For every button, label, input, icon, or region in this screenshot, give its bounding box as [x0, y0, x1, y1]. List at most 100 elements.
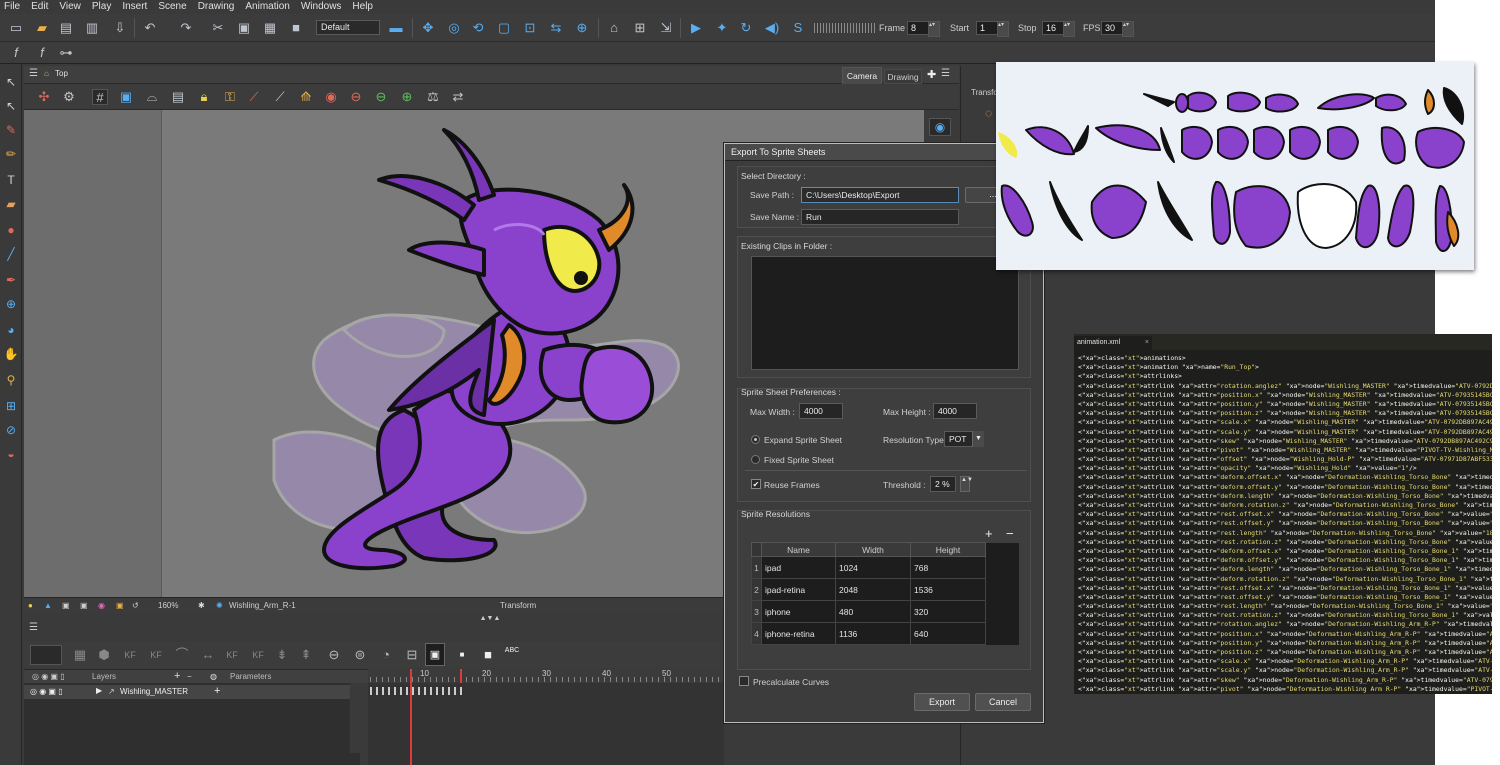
frame-input[interactable]: 8 — [907, 21, 940, 37]
record-icon[interactable]: ◉ — [98, 601, 105, 610]
tab-menu-icon[interactable]: ☰ — [941, 68, 950, 79]
add-peg-icon[interactable]: ⬢ — [96, 647, 112, 663]
sound-icon[interactable]: ◀) — [764, 20, 780, 36]
add-drawing-icon[interactable]: ▦ — [72, 647, 88, 663]
function-icon[interactable]: f — [8, 45, 24, 61]
xml-content[interactable]: <"xa">class="xt">animations> <"xa">class… — [1078, 354, 1492, 694]
stamp-icon[interactable]: ⟰ — [298, 89, 314, 105]
lock-icon[interactable]: 🔒︎ — [196, 89, 212, 105]
light-icon[interactable]: ● — [28, 601, 33, 610]
safe-area-icon[interactable]: ▣ — [118, 89, 134, 105]
flip-icon[interactable]: ⇆ — [548, 20, 564, 36]
cut-icon[interactable]: ✂ — [210, 20, 226, 36]
reset-view-icon[interactable]: ▢ — [496, 20, 512, 36]
onion-skin-icon[interactable]: ⊕ — [574, 20, 590, 36]
zoom-tool-icon[interactable]: ⊕ — [3, 296, 19, 312]
add-layer-icon[interactable]: + — [174, 670, 180, 682]
onion-timeline-icon[interactable]: ⊖ — [326, 647, 342, 663]
fps-input[interactable]: 30 — [1101, 21, 1134, 37]
onion-red-icon[interactable]: ◉ — [323, 89, 339, 105]
bone-tool-icon[interactable]: ⚲ — [3, 372, 19, 388]
frames-area[interactable] — [368, 683, 724, 765]
keyframe-icon[interactable]: KF — [122, 647, 138, 663]
max-width-input[interactable]: 4000 — [799, 403, 843, 419]
save-icon[interactable]: ▤ — [58, 20, 74, 36]
large-square-icon[interactable]: ■ — [480, 647, 496, 663]
scale-icon[interactable]: ⇲ — [658, 20, 674, 36]
abc-icon[interactable]: ABC — [504, 647, 520, 663]
copy-icon[interactable]: ▣ — [236, 20, 252, 36]
pointer-icon[interactable]: ▲ — [44, 601, 52, 610]
pan-icon[interactable]: ✥ — [420, 20, 436, 36]
eraser-tool-icon[interactable]: ▰ — [3, 196, 19, 212]
layer-name[interactable]: Wishling_MASTER — [120, 687, 188, 696]
cell-name[interactable]: ipad-retina — [761, 578, 836, 601]
workspace-select[interactable]: Default — [316, 20, 380, 35]
peg-tool-icon[interactable]: ⟋ — [272, 89, 288, 105]
existing-clips-list[interactable] — [751, 256, 1019, 370]
delete-icon[interactable]: ■ — [288, 20, 304, 36]
reset-icon[interactable]: ↺ — [132, 601, 139, 610]
menu-item-help[interactable]: Help — [348, 0, 380, 14]
playback-speed-slider[interactable] — [814, 23, 876, 33]
add-tab-icon[interactable]: ✚ — [927, 68, 936, 81]
playhead[interactable] — [410, 669, 412, 683]
column-header-name[interactable]: Name — [761, 542, 836, 557]
pencil-tool-icon[interactable]: ✏ — [3, 146, 19, 162]
transform-tool-icon[interactable]: ⊞ — [3, 398, 19, 414]
add-resolution-icon[interactable]: + — [985, 526, 993, 541]
table-row[interactable]: 3 iphone 480 320 — [751, 600, 1019, 623]
onion-red-alt-icon[interactable]: ⊖ — [348, 89, 364, 105]
cell-height[interactable]: 640 — [910, 622, 986, 645]
grid-icon[interactable]: # — [92, 89, 108, 105]
play-icon[interactable]: ▶ — [688, 20, 704, 36]
remove-resolution-icon[interactable]: − — [1006, 526, 1014, 541]
brush-tool-icon[interactable]: ✎ — [3, 122, 19, 138]
menu-item-animation[interactable]: Animation — [241, 0, 296, 14]
cell-height[interactable]: 1536 — [910, 578, 986, 601]
cell-name[interactable]: iphone-retina — [761, 622, 836, 645]
column-header-width[interactable]: Width — [835, 542, 911, 557]
background-icon[interactable]: ▤ — [170, 89, 186, 105]
mirror-icon[interactable]: ⚖ — [425, 89, 441, 105]
keyframe-alt-icon[interactable]: KF — [148, 647, 164, 663]
function-alt-icon[interactable]: f — [34, 45, 50, 61]
cell-name[interactable]: ipad — [761, 556, 836, 579]
expand-arrow-icon[interactable]: ▶ — [96, 686, 102, 695]
dropper-tool-icon[interactable]: ✒ — [3, 272, 19, 288]
new-scene-icon[interactable]: ▭ — [8, 20, 24, 36]
line-tool-icon[interactable]: ╱ — [3, 246, 19, 262]
layer-color-select[interactable] — [30, 645, 62, 665]
shuffle-icon[interactable]: ⇄ — [450, 89, 466, 105]
cell-width[interactable]: 480 — [835, 600, 911, 623]
home-icon[interactable]: ⌂ — [44, 69, 49, 78]
table-row[interactable]: 1 ipad 1024 768 — [751, 556, 1019, 579]
settings-gear-icon[interactable]: ⚙ — [61, 89, 77, 105]
tab-camera[interactable]: Camera — [842, 67, 882, 84]
lasso-icon[interactable]: ◌ — [985, 106, 992, 120]
gamepad-icon[interactable]: ⊶ — [58, 45, 74, 61]
cell-width[interactable]: 1024 — [835, 556, 911, 579]
save-name-input[interactable]: Run — [801, 209, 959, 225]
animate-mode-icon[interactable]: ✣ — [36, 89, 52, 105]
max-height-input[interactable]: 4000 — [933, 403, 977, 419]
cancel-button[interactable]: Cancel — [975, 693, 1031, 711]
keyframes-row[interactable] — [370, 687, 462, 695]
layer-icon[interactable]: ⌂ — [606, 20, 622, 36]
cutter-tool-icon[interactable]: ⊘ — [3, 422, 19, 438]
precalculate-curves-checkbox[interactable] — [739, 676, 749, 686]
field-chart-icon[interactable]: ⌓ — [144, 89, 160, 105]
peg-icon[interactable]: ⊞ — [632, 20, 648, 36]
save-path-input[interactable]: C:\Users\Desktop\Export — [801, 187, 959, 203]
menu-item-drawing[interactable]: Drawing — [194, 0, 242, 14]
workspace-icon[interactable]: ▬ — [388, 20, 404, 36]
frame-ruler[interactable]: 10 20 30 40 50 — [368, 669, 724, 683]
small-square-icon[interactable]: ■ — [454, 647, 470, 663]
threshold-input[interactable]: 2 % — [930, 476, 956, 492]
sound-scrub-icon[interactable]: S — [790, 20, 806, 36]
breadcrumb[interactable]: Top — [55, 69, 68, 78]
paint-tool-icon[interactable]: ● — [3, 222, 19, 238]
filter-icon[interactable]: ⊜ — [352, 647, 368, 663]
disable-icon[interactable]: ⟋ — [246, 89, 262, 105]
lock-status-icon[interactable]: ▣ — [116, 601, 124, 610]
